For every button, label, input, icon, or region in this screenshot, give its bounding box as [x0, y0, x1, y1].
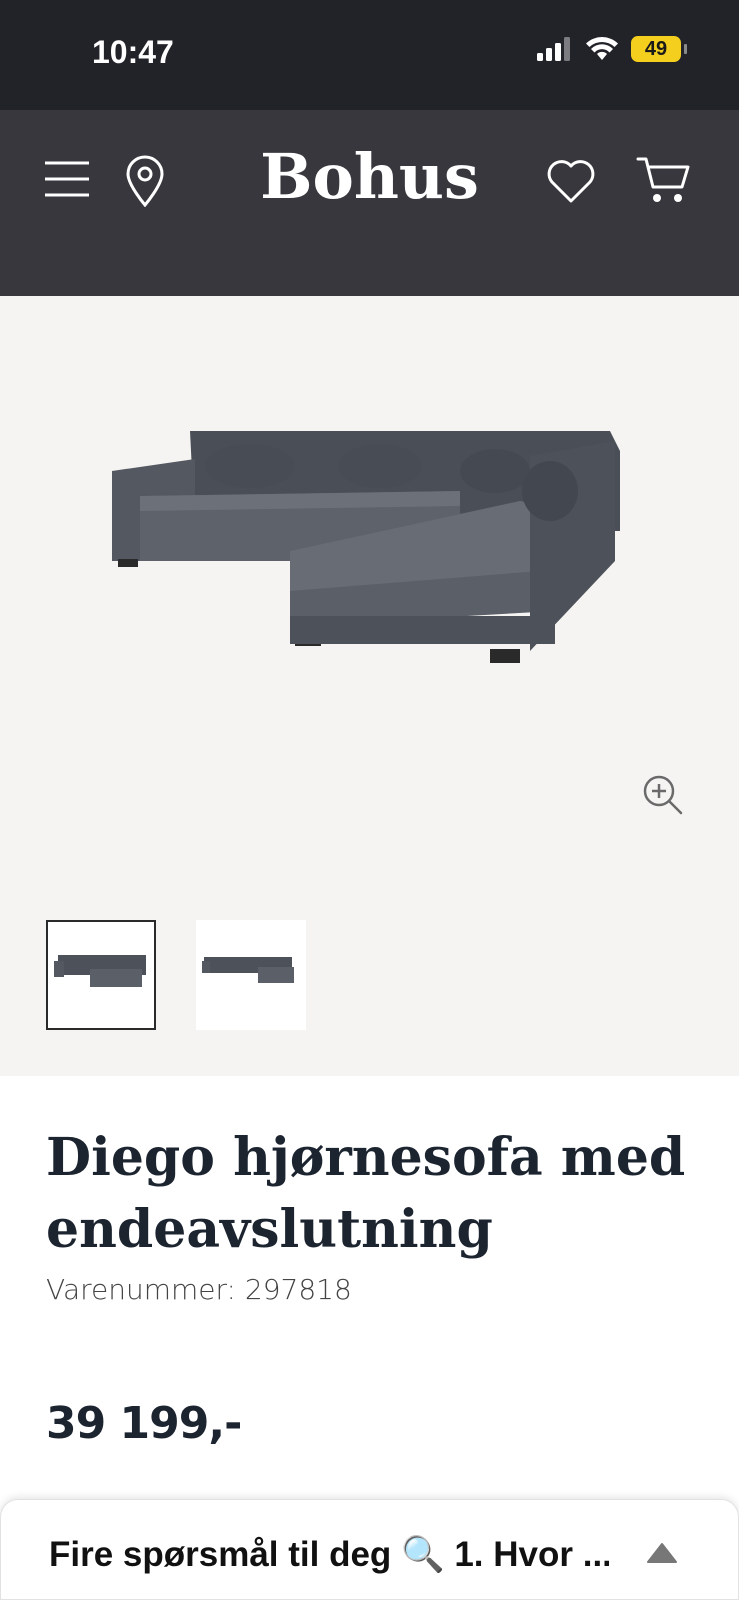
- status-bar: 10:47 49: [0, 0, 739, 110]
- product-image[interactable]: [100, 411, 630, 671]
- chat-bar[interactable]: Fire spørsmål til deg 🔍 1. Hvor ...: [0, 1499, 739, 1600]
- status-icons: 49: [537, 36, 687, 62]
- status-time: 10:47: [92, 34, 174, 70]
- location-pin-icon[interactable]: [125, 155, 165, 207]
- product-sku: Varenummer: 297818: [46, 1273, 352, 1306]
- thumbnail-2[interactable]: [196, 920, 306, 1030]
- chevron-up-icon[interactable]: [646, 1542, 678, 1564]
- thumbnail-1[interactable]: [46, 920, 156, 1030]
- battery-icon: 49: [631, 36, 687, 62]
- header: [0, 110, 739, 296]
- heart-icon[interactable]: [546, 158, 596, 204]
- product-title: Diego hjørnesofa med endeavslutning: [46, 1127, 686, 1260]
- cart-icon[interactable]: [636, 155, 692, 205]
- menu-icon[interactable]: [44, 160, 90, 198]
- product-price: 39 199,-: [46, 1398, 242, 1449]
- signal-icon: [537, 37, 570, 61]
- zoom-in-icon[interactable]: [642, 774, 684, 816]
- product-gallery: [0, 296, 739, 1076]
- chat-prompt-text[interactable]: Fire spørsmål til deg 🔍 1. Hvor ...: [49, 1534, 609, 1575]
- wifi-icon: [586, 37, 618, 60]
